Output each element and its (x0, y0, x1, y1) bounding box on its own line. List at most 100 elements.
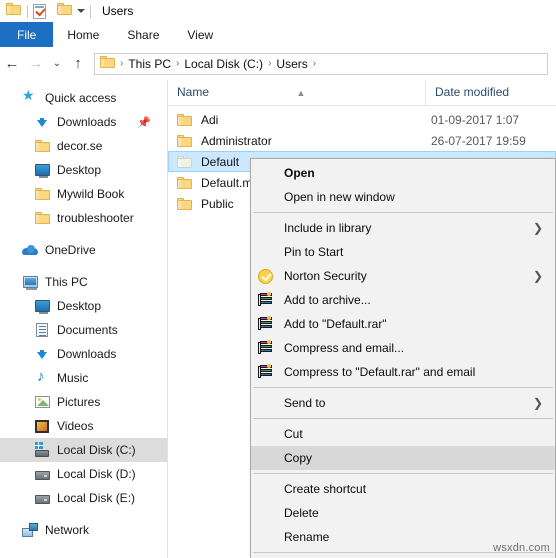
tab-view[interactable]: View (173, 22, 227, 47)
sidebar-item-desktop-pc[interactable]: Desktop (0, 294, 167, 318)
pin-icon[interactable]: 📌 (137, 116, 151, 129)
ribbon-tabs: File Home Share View (0, 22, 556, 48)
winrar-icon (257, 340, 274, 356)
menu-item-label: Rename (284, 530, 330, 544)
breadcrumb-separator: › (120, 58, 124, 69)
menu-item-compress-to-default-rar-and-email[interactable]: Compress to "Default.rar" and email (251, 360, 555, 384)
drive-icon (34, 490, 50, 506)
sidebar-item-pictures[interactable]: Pictures (0, 390, 167, 414)
sidebar-item-documents[interactable]: Documents (0, 318, 167, 342)
menu-item-delete[interactable]: Delete (251, 501, 555, 525)
sidebar-item-this-pc[interactable]: This PC (0, 270, 167, 294)
menu-item-label: Pin to Start (284, 245, 344, 259)
sidebar-item-decor-se[interactable]: decor.se (0, 134, 167, 158)
menu-item-copy[interactable]: Copy (251, 446, 555, 470)
menu-item-label: Include in library (284, 221, 372, 235)
sidebar-item-label: decor.se (57, 139, 103, 153)
menu-item-send-to[interactable]: Send to ❯ (251, 391, 555, 415)
sort-ascending-icon: ▲ (296, 88, 306, 98)
documents-icon (34, 322, 50, 338)
sidebar-item-videos[interactable]: Videos (0, 414, 167, 438)
sidebar-item-downloads-pc[interactable]: Downloads (0, 342, 167, 366)
navigation-pane[interactable]: Quick access Downloads 📌 decor.se Deskto… (0, 80, 168, 558)
properties-icon[interactable] (33, 3, 46, 19)
menu-item-create-shortcut[interactable]: Create shortcut (251, 477, 555, 501)
menu-item-label: Create shortcut (284, 482, 367, 496)
sidebar-item-quick-access[interactable]: Quick access (0, 86, 167, 110)
breadcrumb-item-this-pc[interactable]: This PC (125, 57, 174, 71)
sidebar-item-label: Documents (57, 323, 118, 337)
system-drive-icon (34, 442, 50, 458)
menu-item-open[interactable]: Open (251, 161, 555, 185)
table-row[interactable]: Administrator 26-07-2017 19:59 (168, 130, 556, 151)
customize-qat-caret-icon[interactable] (77, 9, 85, 13)
no-icon (257, 189, 274, 205)
videos-icon (34, 418, 50, 434)
sidebar-item-network[interactable]: Network (0, 518, 167, 542)
tab-file[interactable]: File (0, 22, 54, 47)
folder-icon (177, 154, 193, 170)
menu-item-add-to-default-rar[interactable]: Add to "Default.rar" (251, 312, 555, 336)
column-header-label: Name (177, 85, 210, 99)
uac-shield-icon (257, 529, 274, 545)
sidebar-item-downloads[interactable]: Downloads 📌 (0, 110, 167, 134)
no-icon (257, 395, 274, 411)
back-button[interactable]: ← (0, 52, 24, 76)
no-icon (257, 220, 274, 236)
desktop-icon (34, 298, 50, 314)
menu-item-cut[interactable]: Cut (251, 422, 555, 446)
file-name: Administrator (201, 133, 272, 148)
sidebar-item-troubleshooter[interactable]: troubleshooter (0, 206, 167, 230)
folder-icon (34, 138, 50, 154)
music-icon (34, 368, 50, 386)
file-name: Adi (201, 112, 219, 127)
sidebar-item-label: Quick access (45, 91, 117, 105)
menu-item-pin-to-start[interactable]: Pin to Start (251, 240, 555, 264)
sidebar-item-onedrive[interactable]: OneDrive (0, 238, 167, 262)
tab-share[interactable]: Share (113, 22, 173, 47)
sidebar-item-local-disk-c[interactable]: Local Disk (C:) (0, 438, 167, 462)
drive-icon (34, 466, 50, 482)
chevron-right-icon: ❯ (532, 221, 543, 235)
menu-item-open-in-new-window[interactable]: Open in new window (251, 185, 555, 209)
address-bar: ← → ⌄ ↑ › This PC › Local Disk (C:) › Us… (0, 47, 556, 80)
menu-item-label: Delete (284, 506, 319, 520)
chevron-right-icon: ❯ (532, 269, 543, 283)
sidebar-item-music[interactable]: Music (0, 366, 167, 390)
column-header-name[interactable]: Name ▲ (168, 80, 426, 105)
folder-icon (34, 210, 50, 226)
breadcrumb[interactable]: › This PC › Local Disk (C:) › Users › (94, 52, 548, 75)
menu-item-include-in-library[interactable]: Include in library ❯ (251, 216, 555, 240)
context-menu[interactable]: Open Open in new window Include in libra… (250, 158, 556, 558)
menu-item-norton-security[interactable]: Norton Security ❯ (251, 264, 555, 288)
uac-shield-icon (257, 505, 274, 521)
breadcrumb-item-local-disk-c[interactable]: Local Disk (C:) (181, 57, 266, 71)
folder-icon (177, 196, 193, 212)
recent-locations-button[interactable]: ⌄ (48, 52, 66, 76)
column-header-date-modified[interactable]: Date modified (426, 80, 546, 105)
new-folder-icon[interactable] (57, 3, 73, 19)
menu-separator (253, 387, 553, 388)
folder-icon (100, 55, 116, 72)
tab-home[interactable]: Home (53, 22, 113, 47)
breadcrumb-item-users[interactable]: Users (273, 57, 310, 71)
sidebar-item-mywild-book[interactable]: Mywild Book (0, 182, 167, 206)
menu-item-compress-and-email[interactable]: Compress and email... (251, 336, 555, 360)
column-headers: Name ▲ Date modified (168, 80, 556, 106)
sidebar-item-local-disk-d[interactable]: Local Disk (D:) (0, 462, 167, 486)
menu-item-label: Open (284, 166, 315, 180)
menu-separator (253, 212, 553, 213)
menu-item-label: Add to archive... (284, 293, 371, 307)
sidebar-item-desktop[interactable]: Desktop (0, 158, 167, 182)
table-row[interactable]: Adi 01-09-2017 1:07 (168, 109, 556, 130)
sidebar-item-label: This PC (45, 275, 88, 289)
folder-icon[interactable] (6, 3, 22, 19)
sidebar-item-local-disk-e[interactable]: Local Disk (E:) (0, 486, 167, 510)
menu-item-add-to-archive[interactable]: Add to archive... (251, 288, 555, 312)
forward-button[interactable]: → (24, 52, 48, 76)
up-button[interactable]: ↑ (66, 52, 90, 76)
menu-item-label: Cut (284, 427, 303, 441)
sidebar-item-label: Mywild Book (57, 187, 125, 201)
